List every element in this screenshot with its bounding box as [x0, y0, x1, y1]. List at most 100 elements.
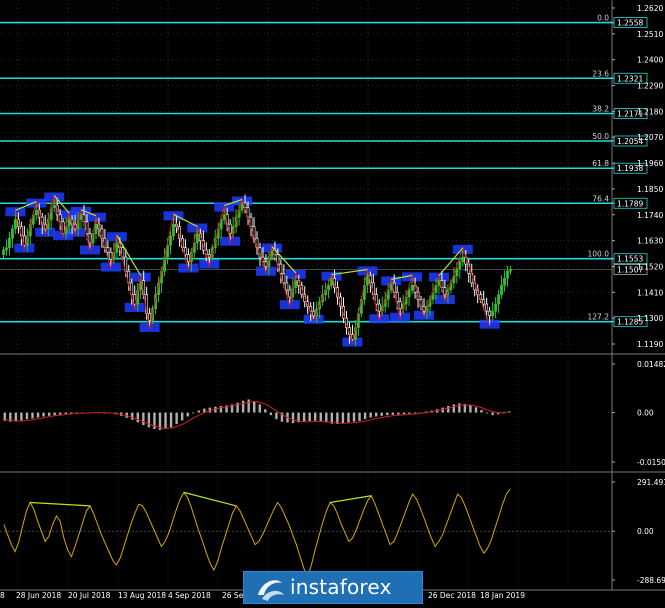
macd-bar	[192, 412, 195, 414]
macd-bar	[441, 407, 444, 413]
candle-body	[294, 280, 298, 288]
macd-bar	[247, 399, 250, 413]
macd-bar	[474, 407, 478, 413]
candle-body	[184, 247, 187, 256]
macd-bar	[175, 412, 178, 425]
fib-level-label: 61.8	[592, 159, 609, 168]
macd-bar	[336, 412, 339, 425]
time-label: 18 Jan 2019	[480, 591, 525, 600]
candle-body	[461, 256, 465, 263]
macd-bar	[358, 412, 361, 422]
candle-body	[172, 223, 175, 237]
candle-body	[169, 235, 172, 246]
macd-signal-line	[4, 400, 510, 429]
macd-bar	[341, 412, 345, 424]
candle-body	[8, 237, 11, 248]
candle-body	[282, 273, 286, 284]
candle-body	[458, 261, 462, 270]
candle-body	[14, 219, 17, 230]
cci-tick-label: -288.693	[637, 576, 665, 585]
macd-bar	[386, 412, 389, 416]
candle-body	[94, 223, 98, 234]
candle-body	[285, 282, 289, 291]
candle-body	[73, 223, 77, 230]
macd-bar	[363, 412, 367, 420]
macd-tick-label: 0.00	[637, 409, 654, 418]
price-tick-label: 1.1410	[637, 288, 663, 297]
macd-bar	[59, 412, 62, 415]
macd-bar	[447, 406, 450, 413]
price-tick-label: 1.1850	[637, 185, 663, 194]
time-label: 13 Aug 2018	[118, 591, 166, 600]
price-axis: 1.2620 1.2510 1.2400 1.2290 1.2180 1.2070 1.19…	[612, 4, 663, 349]
candle-body	[11, 228, 14, 239]
price-tick-label: 1.1300	[637, 314, 663, 323]
price-tick-label: 1.1630	[637, 237, 663, 246]
candle-body	[365, 275, 369, 286]
fib-price-label: 1.2558	[617, 19, 643, 28]
price-tick-label: 1.1520	[637, 262, 663, 271]
macd-bar	[258, 404, 261, 413]
candle-body	[407, 289, 411, 298]
macd-panel: 0.01482 0.00 -0.01509	[3, 360, 665, 467]
time-label-first: 8	[0, 591, 5, 600]
candle-body	[410, 284, 414, 291]
candle-body	[207, 254, 211, 258]
candle-body	[312, 310, 316, 317]
macd-bar	[164, 412, 167, 429]
time-label: 26 Dec 2018	[428, 591, 476, 600]
fib-level-label: 38.2	[592, 104, 609, 113]
candle-body	[5, 247, 8, 251]
candle-body	[195, 233, 199, 244]
macd-tick-label: 0.01482	[637, 360, 665, 369]
macd-bar	[314, 412, 317, 421]
price-tick-label: 1.1960	[637, 159, 663, 168]
candle-body	[264, 261, 268, 267]
macd-bar	[352, 412, 356, 422]
macd-bar	[169, 412, 173, 428]
macd-bar	[374, 412, 378, 417]
fib-level-label: 100.0	[588, 250, 610, 259]
fib-level-label: 23.6	[592, 69, 609, 78]
macd-bar	[369, 412, 372, 418]
macd-bar	[308, 412, 311, 422]
candle-body	[52, 205, 56, 209]
cci-tick-label: 0.00	[637, 527, 654, 536]
macd-bar	[25, 412, 29, 420]
trading-chart: 0.0 1.2558 23.6 1.2321 38.2 1.2171 50.0 1.2054 6…	[0, 0, 665, 604]
macd-bar	[53, 412, 56, 416]
candle-body	[330, 277, 333, 286]
cci-tick-label: 291.4917	[637, 478, 665, 487]
candle-body	[500, 284, 503, 295]
macd-bar	[391, 412, 395, 415]
macd-bar	[491, 412, 494, 416]
price-tick-label: 1.1740	[637, 211, 663, 220]
macd-bar	[452, 404, 455, 413]
macd-bar	[302, 412, 306, 422]
candle-body	[228, 223, 232, 234]
swirl-logo-icon	[258, 580, 284, 601]
candle-body	[106, 247, 110, 253]
macd-bar	[42, 412, 45, 417]
candle-body	[148, 313, 152, 321]
time-label: 4 Sep 2018	[168, 591, 211, 600]
time-label: 20 Jul 2018	[68, 591, 111, 600]
instaforex-logo: instaforex	[243, 571, 423, 604]
price-tick-label: 1.2620	[637, 4, 663, 13]
macd-bar	[186, 412, 189, 417]
candle-body	[222, 214, 226, 220]
macd-bar	[347, 412, 350, 423]
candle-body	[506, 270, 509, 279]
candle-body	[115, 242, 119, 253]
candle-body	[482, 299, 486, 305]
macd-bar	[402, 412, 406, 415]
macd-bar	[147, 412, 151, 428]
macd-bar	[413, 412, 417, 414]
candle-body	[488, 310, 492, 317]
macd-bar	[253, 401, 256, 413]
fib-level-label: 76.4	[592, 194, 609, 203]
macd-bar	[197, 410, 200, 413]
macd-bar	[180, 412, 184, 421]
macd-bar	[31, 412, 34, 419]
candle-body	[377, 303, 381, 312]
